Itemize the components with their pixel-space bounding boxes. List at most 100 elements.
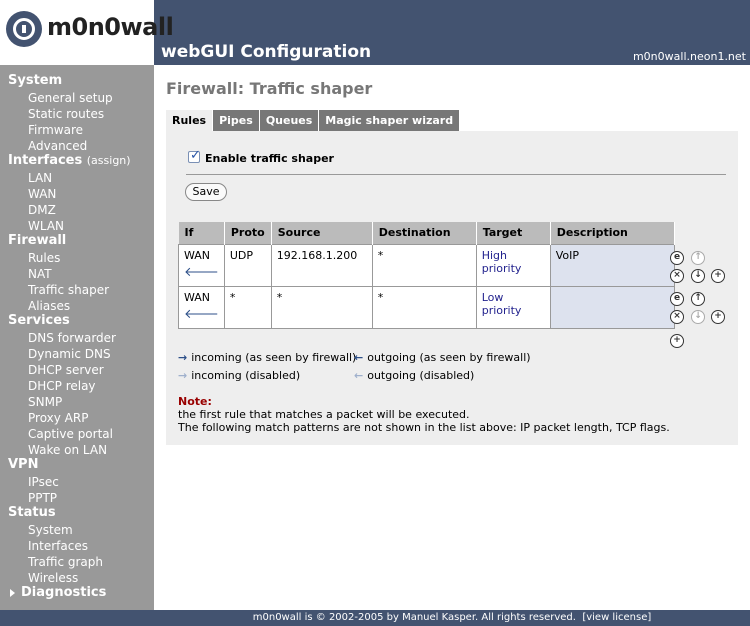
row-if-cell: WAN 🡐: [178, 243, 225, 287]
incoming-arrow-icon: 🡐: [184, 264, 219, 280]
logo-icon: [6, 11, 42, 47]
enable-shaper-checkbox[interactable]: ✓: [188, 148, 201, 163]
delete-icon[interactable]: ×: [670, 310, 684, 324]
sidebar-item-wake-on-lan[interactable]: Wake on LAN: [28, 443, 107, 457]
checkmark-icon: ✓: [190, 148, 201, 163]
col-target: Target: [476, 222, 551, 244]
incoming-arrow-icon: →: [178, 351, 188, 364]
incoming-arrow-icon: 🡐: [184, 306, 219, 322]
page-title: Firewall: Traffic shaper: [166, 79, 373, 98]
sidebar-item-aliases[interactable]: Aliases: [28, 299, 70, 313]
enable-shaper-label: Enable traffic shaper: [205, 152, 334, 165]
move-up-icon[interactable]: ↑: [691, 292, 705, 306]
sidebar-item-dhcp-relay[interactable]: DHCP relay: [28, 379, 96, 393]
sidebar-group-services: Services: [8, 313, 70, 328]
edit-icon[interactable]: e: [670, 251, 684, 265]
content-panel: ✓ Enable traffic shaper Save If Proto So…: [166, 131, 738, 445]
sidebar-item-traffic-shaper[interactable]: Traffic shaper: [28, 283, 109, 297]
sidebar-group-system: System: [8, 73, 63, 88]
sidebar-item-proxy-arp[interactable]: Proxy ARP: [28, 411, 88, 425]
legend-incoming-disabled: → incoming (disabled): [178, 369, 300, 382]
legend-incoming-disabled-text: incoming (disabled): [191, 369, 301, 382]
sidebar-item-firmware[interactable]: Firmware: [28, 123, 83, 137]
logo-area: m0n0wall: [0, 0, 174, 65]
tab-pipes[interactable]: Pipes: [213, 110, 259, 131]
app-title: webGUI Configuration: [161, 42, 372, 62]
col-proto: Proto: [224, 222, 272, 244]
sidebar-item-traffic-graph[interactable]: Traffic graph: [28, 555, 103, 569]
row-description: [549, 285, 675, 329]
view-license-link[interactable]: [view license]: [582, 612, 651, 623]
legend-outgoing-disabled: ← outgoing (disabled): [354, 369, 474, 382]
logo-text: m0n0wall: [47, 13, 174, 41]
sidebar-item-pptp[interactable]: PPTP: [28, 491, 57, 505]
add-icon[interactable]: +: [711, 269, 725, 283]
assign-link[interactable]: (assign): [87, 154, 131, 167]
sidebar-item-ipsec[interactable]: IPsec: [28, 475, 59, 489]
tab-rules[interactable]: Rules: [166, 110, 213, 131]
row-if: WAN: [184, 290, 211, 304]
footer: m0n0wall is © 2002-2005 by Manuel Kasper…: [0, 610, 750, 626]
row-proto: *: [223, 285, 272, 329]
delete-icon[interactable]: ×: [670, 269, 684, 283]
legend-incoming-text: incoming (as seen by firewall): [191, 351, 357, 364]
row-if-cell: WAN 🡐: [178, 285, 225, 329]
legend-outgoing: ← outgoing (as seen by firewall): [354, 351, 531, 364]
sidebar-item-wireless[interactable]: Wireless: [28, 571, 78, 585]
sidebar-item-static-routes[interactable]: Static routes: [28, 107, 104, 121]
sidebar-item-snmp[interactable]: SNMP: [28, 395, 62, 409]
hostname: m0n0wall.neon1.net: [632, 50, 746, 63]
sidebar-item-dhcp-server[interactable]: DHCP server: [28, 363, 104, 377]
sidebar: System General setup Static routes Firmw…: [0, 65, 154, 610]
rules-table: If Proto Source Destination Target Descr…: [178, 222, 675, 329]
col-source: Source: [271, 222, 373, 244]
sidebar-group-interfaces-label: Interfaces: [8, 153, 83, 168]
sidebar-group-status: Status: [8, 505, 56, 520]
sidebar-item-status-system[interactable]: System: [28, 523, 73, 537]
sidebar-item-status-interfaces[interactable]: Interfaces: [28, 539, 88, 553]
row-proto: UDP: [223, 243, 272, 287]
row-target-link[interactable]: High priority: [482, 249, 522, 275]
tab-bar: Rules Pipes Queues Magic shaper wizard: [166, 110, 460, 131]
move-up-disabled-icon: ↑: [691, 251, 705, 265]
row-source: 192.168.1.200: [270, 243, 373, 287]
tab-magic-shaper-wizard[interactable]: Magic shaper wizard: [319, 110, 460, 131]
sidebar-item-wlan[interactable]: WLAN: [28, 219, 64, 233]
note-line-1: the first rule that matches a packet wil…: [178, 408, 470, 421]
add-new-rule-icon[interactable]: +: [670, 334, 684, 348]
row-destination: *: [371, 285, 477, 329]
sidebar-item-general-setup[interactable]: General setup: [28, 91, 113, 105]
note-line-2: The following match patterns are not sho…: [178, 421, 670, 434]
outgoing-disabled-arrow-icon: ←: [354, 369, 364, 382]
row-destination: *: [371, 243, 477, 287]
col-if: If: [178, 222, 225, 244]
add-icon[interactable]: +: [711, 310, 725, 324]
footer-copyright: m0n0wall is © 2002-2005 by Manuel Kasper…: [252, 612, 576, 623]
save-button[interactable]: Save: [185, 183, 227, 201]
divider: [186, 174, 726, 175]
legend-outgoing-disabled-text: outgoing (disabled): [367, 369, 475, 382]
sidebar-item-dmz[interactable]: DMZ: [28, 203, 56, 217]
sidebar-item-lan[interactable]: LAN: [28, 171, 52, 185]
sidebar-item-advanced[interactable]: Advanced: [28, 139, 87, 153]
sidebar-group-diagnostics[interactable]: Diagnostics: [21, 585, 106, 600]
sidebar-item-wan[interactable]: WAN: [28, 187, 56, 201]
expand-triangle-icon[interactable]: [10, 589, 15, 597]
table-row[interactable]: WAN 🡐 UDP 192.168.1.200 * High priority V…: [178, 243, 675, 287]
row-target-link[interactable]: Low priority: [482, 291, 522, 317]
tab-queues[interactable]: Queues: [259, 110, 319, 131]
sidebar-item-dynamic-dns[interactable]: Dynamic DNS: [28, 347, 111, 361]
legend-incoming: → incoming (as seen by firewall): [178, 351, 356, 364]
col-description: Description: [550, 222, 675, 244]
edit-icon[interactable]: e: [670, 292, 684, 306]
sidebar-item-nat[interactable]: NAT: [28, 267, 52, 281]
table-row[interactable]: WAN 🡐 * * * Low priority: [178, 285, 675, 329]
sidebar-group-firewall: Firewall: [8, 233, 67, 248]
header-bar: m0n0wall webGUI Configuration m0n0wall.n…: [0, 0, 750, 65]
row-target-cell: Low priority: [475, 285, 551, 329]
move-down-icon[interactable]: ↓: [691, 269, 705, 283]
sidebar-group-vpn: VPN: [8, 457, 39, 472]
sidebar-item-rules[interactable]: Rules: [28, 251, 60, 265]
sidebar-item-captive-portal[interactable]: Captive portal: [28, 427, 113, 441]
sidebar-item-dns-forwarder[interactable]: DNS forwarder: [28, 331, 116, 345]
